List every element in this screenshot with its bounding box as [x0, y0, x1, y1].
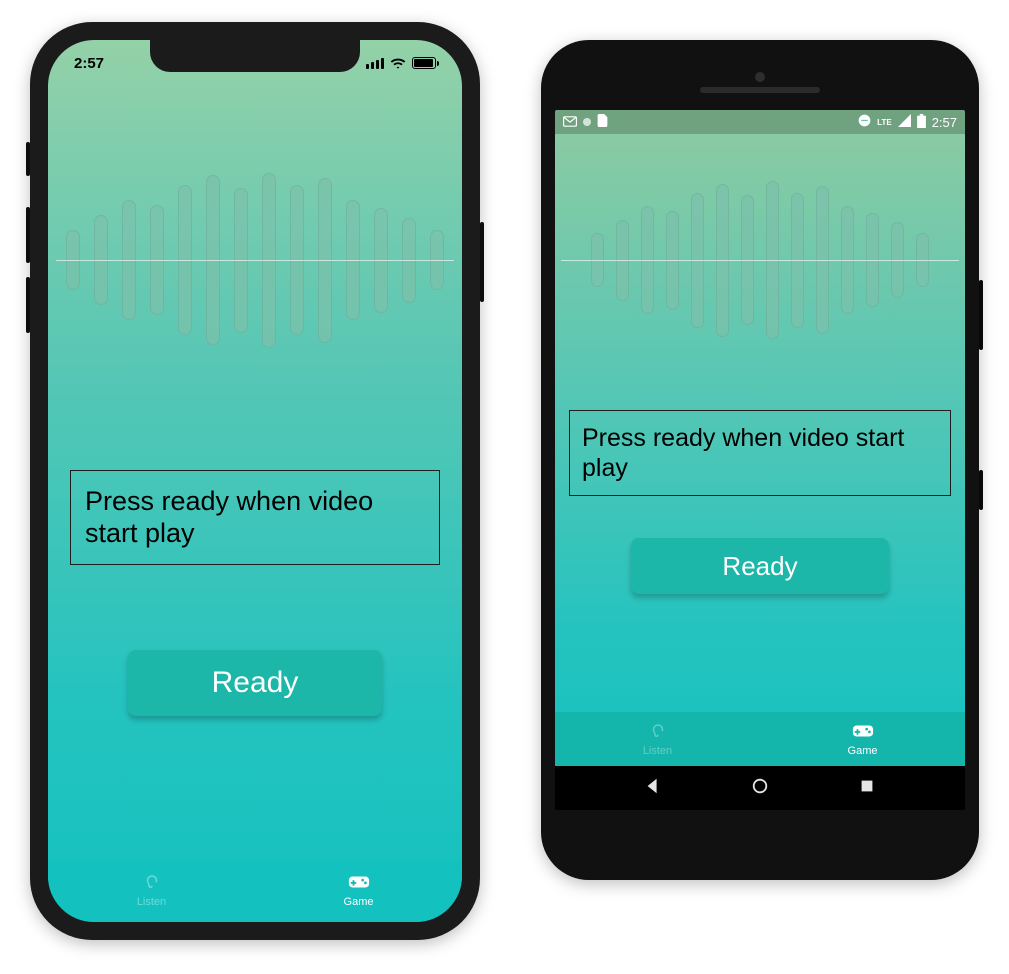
- tab-label: Listen: [643, 745, 672, 757]
- dot-icon: [583, 118, 591, 126]
- waveform-graphic: [48, 160, 462, 360]
- recent-icon[interactable]: [858, 777, 876, 800]
- ready-button[interactable]: Ready: [631, 538, 889, 594]
- instruction-text: Press ready when video start play: [85, 486, 373, 548]
- android-screen: LTE 2:57 Press ready when video star: [555, 110, 965, 810]
- android-camera: [755, 72, 765, 82]
- lte-label: LTE: [877, 118, 892, 127]
- waveform-midline: [561, 260, 959, 261]
- waveform-midline: [56, 260, 454, 261]
- ready-button[interactable]: Ready: [128, 650, 382, 716]
- home-icon[interactable]: [751, 777, 769, 800]
- tab-label: Listen: [137, 896, 166, 908]
- android-power: [979, 470, 983, 510]
- android-speaker: [700, 87, 820, 93]
- iphone-screen: 2:57 Press ready when video start play R…: [48, 40, 462, 922]
- battery-icon: [917, 114, 926, 131]
- battery-icon: [412, 57, 436, 69]
- instruction-text: Press ready when video start play: [582, 424, 904, 482]
- android-status-bar: LTE 2:57: [555, 110, 965, 134]
- android-top: [541, 58, 979, 106]
- signal-icon: [898, 114, 911, 130]
- android-mockup: LTE 2:57 Press ready when video star: [541, 40, 979, 880]
- tab-label: Game: [344, 896, 374, 908]
- gamepad-icon: [348, 873, 370, 894]
- instruction-box: Press ready when video start play: [569, 410, 951, 496]
- back-icon[interactable]: [644, 777, 662, 800]
- ready-button-label: Ready: [212, 666, 299, 700]
- ios-status-bar: 2:57: [48, 50, 462, 76]
- android-clock: 2:57: [932, 115, 957, 130]
- wifi-icon: [390, 57, 406, 69]
- tab-listen[interactable]: Listen: [555, 712, 760, 766]
- iphone-power: [480, 222, 484, 302]
- cellular-icon: [366, 58, 384, 69]
- android-vol: [979, 280, 983, 350]
- dnd-icon: [858, 114, 871, 130]
- iphone-mockup: 2:57 Press ready when video start play R…: [30, 22, 480, 940]
- ios-clock: 2:57: [74, 55, 104, 72]
- android-nav-bar: [555, 766, 965, 810]
- ear-icon: [647, 722, 669, 743]
- instruction-box: Press ready when video start play: [70, 470, 440, 565]
- mail-icon: [563, 115, 577, 130]
- waveform-graphic: [555, 170, 965, 350]
- android-content: LTE 2:57 Press ready when video star: [555, 110, 965, 766]
- tab-game[interactable]: Game: [760, 712, 965, 766]
- tab-label: Game: [848, 745, 878, 757]
- gamepad-icon: [852, 722, 874, 743]
- android-tab-bar: Listen Game: [555, 712, 965, 766]
- ready-button-label: Ready: [722, 551, 797, 582]
- sim-icon: [597, 114, 608, 130]
- ear-icon: [141, 873, 163, 894]
